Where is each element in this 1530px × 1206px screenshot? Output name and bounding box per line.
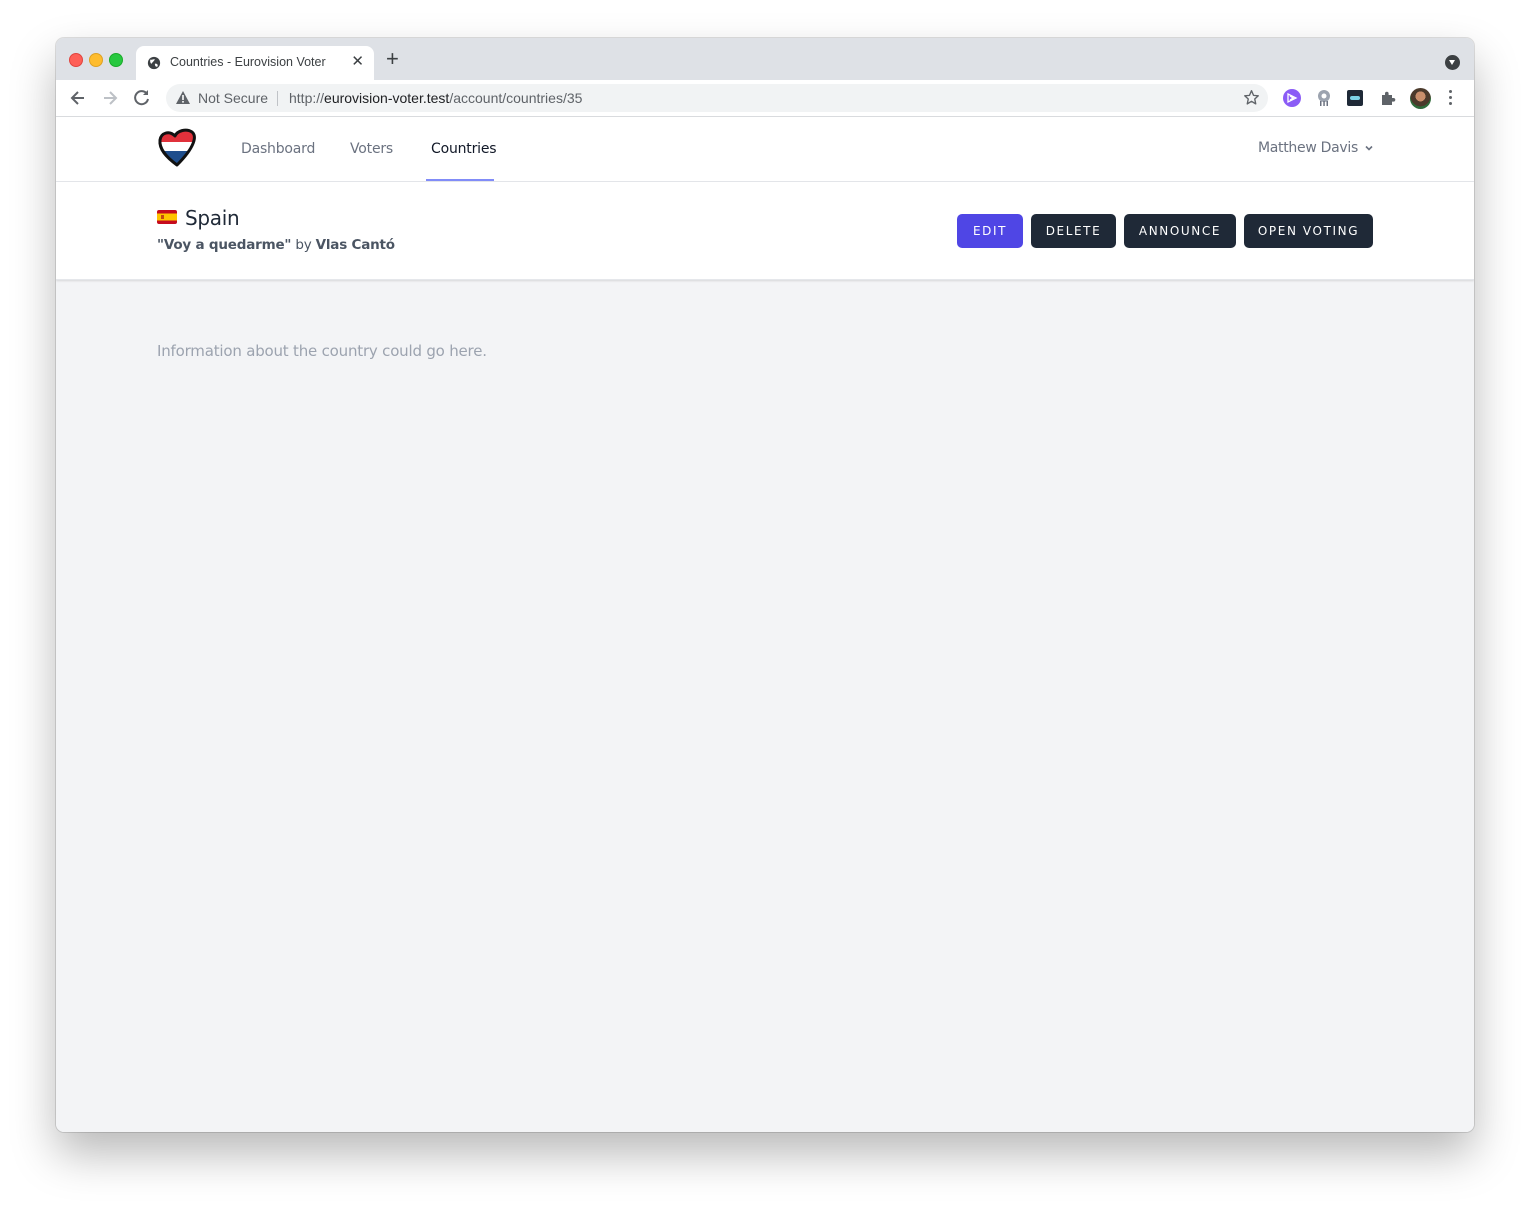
url-host: eurovision-voter.test bbox=[324, 90, 450, 106]
address-bar[interactable]: Not Secure http://eurovision-voter.test/… bbox=[166, 84, 1268, 112]
by-label: by bbox=[295, 237, 312, 253]
bookmark-star-icon[interactable] bbox=[1243, 89, 1260, 106]
browser-window: Countries - Eurovision Voter ✕ + Not Sec… bbox=[56, 38, 1474, 1132]
back-arrow-icon[interactable] bbox=[68, 88, 88, 108]
app-navbar: Dashboard Voters Countries Matthew Davis bbox=[56, 117, 1474, 182]
edit-button[interactable]: EDIT bbox=[957, 214, 1023, 248]
active-nav-indicator bbox=[426, 179, 494, 181]
chevron-down-icon bbox=[1365, 145, 1373, 151]
song-title: "Voy a quedarme" bbox=[157, 237, 292, 253]
spain-flag-icon bbox=[157, 210, 177, 224]
browser-tab[interactable]: Countries - Eurovision Voter ✕ bbox=[136, 46, 374, 80]
country-name: Spain bbox=[185, 206, 240, 230]
purple-extension-icon[interactable] bbox=[1283, 89, 1301, 107]
security-status[interactable]: Not Secure bbox=[198, 90, 268, 106]
minimize-window-button[interactable] bbox=[89, 53, 103, 67]
reload-icon[interactable] bbox=[132, 88, 152, 108]
profile-avatar[interactable] bbox=[1410, 88, 1431, 109]
eurovision-heart-logo[interactable] bbox=[156, 127, 198, 169]
omnibox-divider bbox=[277, 91, 278, 106]
announce-button[interactable]: ANNOUNCE bbox=[1124, 214, 1236, 248]
close-window-button[interactable] bbox=[69, 53, 83, 67]
tab-strip: Countries - Eurovision Voter ✕ + bbox=[56, 38, 1474, 80]
song-info: "Voy a quedarme" by Vlas Cantó bbox=[157, 237, 395, 253]
new-tab-button[interactable]: + bbox=[386, 48, 399, 70]
delete-button[interactable]: DELETE bbox=[1031, 214, 1116, 248]
browser-toolbar: Not Secure http://eurovision-voter.test/… bbox=[56, 80, 1474, 117]
puzzle-extensions-icon[interactable] bbox=[1379, 89, 1397, 107]
nav-countries[interactable]: Countries bbox=[431, 141, 497, 157]
nav-dashboard[interactable]: Dashboard bbox=[241, 141, 315, 157]
globe-icon bbox=[147, 56, 161, 70]
cloud-extension-icon[interactable] bbox=[1347, 90, 1363, 106]
user-name: Matthew Davis bbox=[1258, 140, 1358, 156]
page-content: Dashboard Voters Countries Matthew Davis… bbox=[56, 117, 1474, 1132]
country-info-text: Information about the country could go h… bbox=[157, 342, 487, 360]
artist-name: Vlas Cantó bbox=[315, 237, 395, 253]
forward-arrow-icon[interactable] bbox=[100, 88, 120, 108]
url-text[interactable]: http://eurovision-voter.test/account/cou… bbox=[289, 90, 582, 106]
browser-menu-icon[interactable] bbox=[1449, 90, 1453, 106]
close-tab-icon[interactable]: ✕ bbox=[351, 53, 364, 71]
maximize-window-button[interactable] bbox=[109, 53, 123, 67]
open-voting-button[interactable]: OPEN VOTING bbox=[1244, 214, 1373, 248]
nav-voters[interactable]: Voters bbox=[350, 141, 393, 157]
url-path: /account/countries/35 bbox=[449, 90, 583, 106]
tab-search-icon[interactable] bbox=[1445, 55, 1460, 70]
user-menu[interactable]: Matthew Davis bbox=[1258, 140, 1374, 156]
tab-title: Countries - Eurovision Voter bbox=[170, 55, 326, 69]
robot-extension-icon[interactable] bbox=[1315, 89, 1333, 107]
warning-icon bbox=[176, 91, 190, 104]
country-header: Spain "Voy a quedarme" by Vlas Cantó EDI… bbox=[56, 182, 1474, 280]
url-scheme: http:// bbox=[289, 90, 325, 106]
